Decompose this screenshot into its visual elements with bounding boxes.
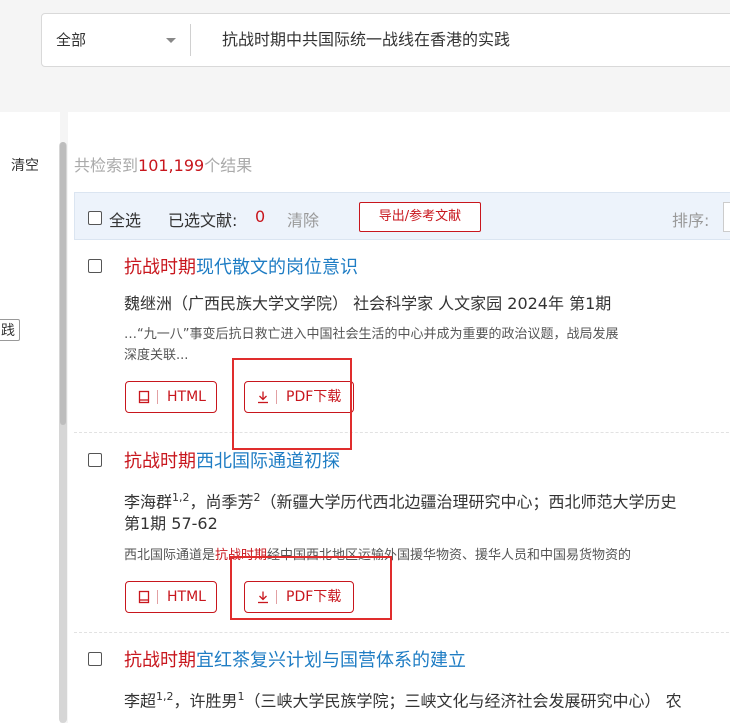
search-bar: 全部 抗战时期中共国际统一战线在香港的实践 (41, 13, 730, 67)
sort-select[interactable] (723, 202, 730, 232)
item-abstract-cont: 深度关联... (124, 348, 189, 363)
selected-label: 已选文献: (168, 211, 238, 230)
item-checkbox[interactable] (88, 259, 102, 273)
item-title-link[interactable]: 抗战时期西北国际通道初探 (124, 447, 340, 473)
result-count: 共检索到101,199个结果 (74, 152, 252, 176)
filter-panel: 清空 践 (0, 112, 60, 723)
item-meta: 魏继洲（广西民族大学文学院） 社会科学家 人文家园 2024年 第1期 (124, 294, 612, 313)
author-separator: ， (189, 492, 206, 512)
item-divider (74, 432, 730, 433)
item-title-text: 宜红茶复兴计划与国营体系的建立 (196, 650, 466, 671)
select-all-checkbox[interactable] (88, 211, 102, 225)
html-button-label: HTML (167, 389, 206, 405)
author-name[interactable]: 李海群 (124, 492, 172, 511)
author-separator: ， (173, 691, 190, 711)
result-count-number: 101,199 (138, 156, 205, 175)
author-name[interactable]: 尚季芳 (206, 492, 254, 511)
search-divider (190, 24, 191, 56)
item-title-highlight: 抗战时期 (124, 650, 196, 671)
results-toolbar: 全选 已选文献: 0 清除 导出/参考文献 排序: (74, 192, 730, 240)
item-divider (74, 632, 730, 633)
item-affiliation: （三峡大学民族学院；三峡文化与经济社会发展研究中心） 农 (244, 691, 682, 711)
item-title-text: 现代散文的岗位意识 (196, 257, 358, 278)
clear-selection-button[interactable]: 清除 (287, 207, 319, 231)
search-input[interactable]: 抗战时期中共国际统一战线在香港的实践 (222, 14, 510, 66)
item-checkbox[interactable] (88, 453, 102, 467)
annotation-box (232, 358, 352, 450)
chevron-down-icon[interactable] (166, 38, 176, 43)
sort-label: 排序: (672, 211, 710, 230)
button-divider (157, 590, 158, 604)
html-button[interactable]: HTML (125, 381, 217, 413)
export-citation-button[interactable]: 导出/参考文献 (359, 202, 481, 232)
item-title-link[interactable]: 抗战时期现代散文的岗位意识 (124, 253, 358, 279)
clear-filters-link[interactable]: 清空 (11, 155, 39, 175)
item-checkbox[interactable] (88, 652, 102, 666)
author-name[interactable]: 李超 (124, 691, 156, 710)
selected-count: 0 (255, 207, 266, 226)
document-icon (138, 390, 150, 404)
item-title-highlight: 抗战时期 (124, 257, 196, 278)
button-divider (157, 390, 158, 404)
author-affiliation-sup: 1,2 (156, 690, 174, 703)
result-count-suffix: 个结果 (204, 156, 253, 175)
item-title-highlight: 抗战时期 (124, 451, 196, 472)
filter-button[interactable]: 践 (0, 319, 20, 341)
item-meta: 李海群1,2，尚季芳2（新疆大学历代西北边疆治理研究中心；西北师范大学历史 (124, 487, 677, 513)
results-panel: 共检索到101,199个结果 全选 已选文献: 0 清除 导出/参考文献 排序:… (68, 112, 730, 723)
item-title-link[interactable]: 抗战时期宜红茶复兴计划与国营体系的建立 (124, 646, 466, 672)
item-meta-cont: 第1期 57-62 (124, 514, 218, 533)
html-button[interactable]: HTML (125, 581, 217, 613)
item-affiliation: （新疆大学历代西北边疆治理研究中心；西北师范大学历史 (260, 492, 677, 512)
document-icon (138, 590, 150, 604)
select-all-label[interactable]: 全选 (109, 207, 141, 231)
item-abstract: …“九一八”事变后抗日救亡进入中国社会生活的中心并成为重要的政治议题，战局发展 (124, 327, 619, 342)
result-count-prefix: 共检索到 (74, 156, 139, 175)
item-meta: 李超1,2，许胜男1（三峡大学民族学院；三峡文化与经济社会发展研究中心） 农 (124, 686, 682, 712)
html-button-label: HTML (167, 589, 206, 605)
author-affiliation-sup: 2 (253, 491, 261, 504)
author-affiliation-sup: 1 (237, 690, 245, 703)
annotation-box (230, 556, 392, 620)
search-scope-label: 全部 (56, 31, 87, 49)
scrollbar-thumb[interactable] (60, 142, 66, 425)
author-affiliation-sup: 1,2 (172, 491, 190, 504)
abstract-text: 西北国际通道是 (124, 548, 216, 563)
item-title-text: 西北国际通道初探 (196, 451, 340, 472)
author-name[interactable]: 许胜男 (190, 691, 238, 710)
